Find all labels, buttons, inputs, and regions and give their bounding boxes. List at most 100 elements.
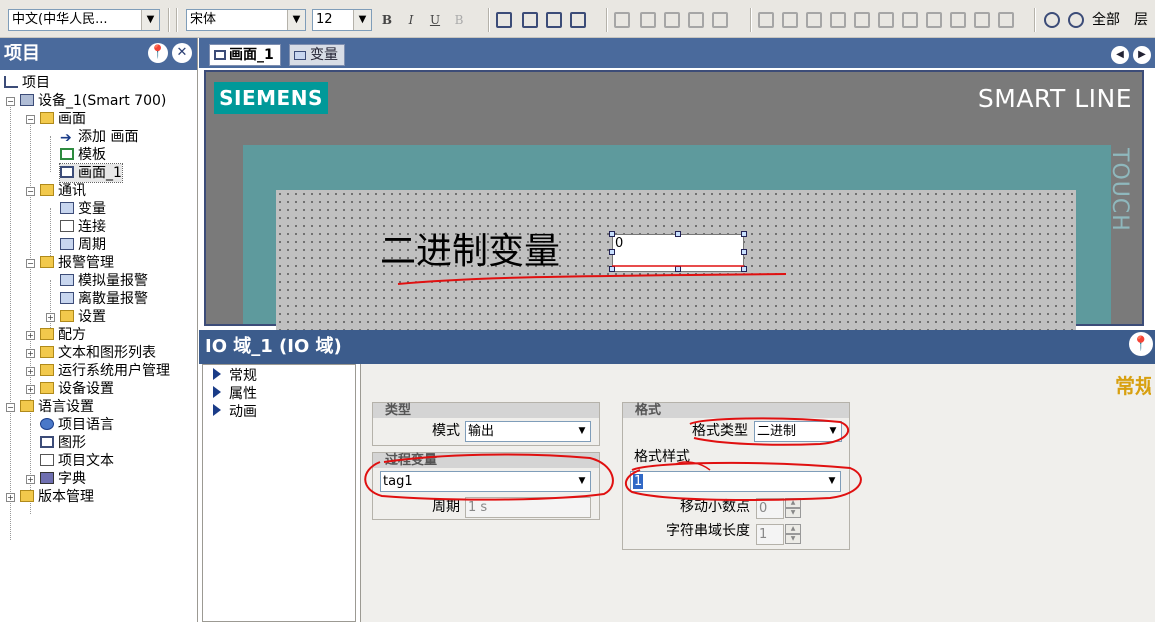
resize-handle[interactable] (675, 231, 681, 237)
language-combo[interactable]: 中文(中华人民... ▼ (8, 9, 160, 31)
tree-item-screens[interactable]: 画面 (40, 110, 86, 128)
decimal-places-field[interactable]: 0 ▲ ▼ (756, 498, 801, 519)
tree-item-project[interactable]: 项目 (4, 74, 50, 92)
close-icon[interactable]: ✕ (172, 43, 192, 63)
resize-handle[interactable] (741, 249, 747, 255)
format-type-select[interactable]: 二进制 ▼ (754, 421, 842, 442)
italic-button[interactable]: I (402, 11, 420, 29)
tab-tags[interactable]: 变量 (289, 44, 345, 66)
chevron-down-icon[interactable]: ▼ (141, 10, 159, 30)
chevron-down-icon[interactable]: ▼ (287, 10, 305, 30)
tab-screen-1[interactable]: 画面_1 (209, 44, 281, 66)
chevron-down-icon[interactable]: ▼ (574, 472, 590, 491)
tree-item-tags[interactable]: 变量 (60, 200, 106, 218)
layer-label[interactable]: 层 (1134, 11, 1148, 29)
tree-item-device[interactable]: 设备_1(Smart 700) (20, 92, 166, 110)
expand-icon[interactable]: + (6, 493, 15, 502)
resize-handle[interactable] (609, 231, 615, 237)
distribute-vertical-icon[interactable] (782, 12, 798, 28)
collapse-icon[interactable]: − (6, 97, 15, 106)
tree-item-graphics[interactable]: 图形 (40, 434, 86, 452)
tree-item-discrete-alarms[interactable]: 离散量报警 (60, 290, 148, 308)
bold-button[interactable]: B (378, 11, 396, 29)
process-tag-select[interactable]: tag1 ▼ (380, 471, 591, 492)
chevron-down-icon[interactable]: ▼ (825, 422, 841, 441)
tree-item-connections[interactable]: 连接 (60, 218, 106, 236)
center-vertical-icon[interactable] (950, 12, 966, 28)
layers-icon[interactable] (1068, 12, 1084, 28)
collapse-icon[interactable]: − (26, 187, 35, 196)
length-spinner[interactable]: ▲ ▼ (785, 524, 801, 545)
nav-item-properties[interactable]: 属性 (213, 385, 257, 403)
tree-item-cycles[interactable]: 周期 (60, 236, 106, 254)
underline-button[interactable]: U (426, 11, 444, 29)
chevron-down-icon[interactable]: ▼ (574, 422, 590, 441)
distribute-objects-icon[interactable] (522, 12, 538, 28)
tree-item-add-screen[interactable]: ➔ 添加 画面 (60, 128, 138, 146)
tree-item-project-texts[interactable]: 项目文本 (40, 452, 114, 470)
tree-item-recipes[interactable]: 配方 (40, 326, 86, 344)
chevron-down-icon[interactable]: ▼ (353, 10, 371, 30)
expand-icon[interactable]: + (26, 475, 35, 484)
spin-down-icon[interactable]: ▼ (785, 534, 801, 544)
cycle-field[interactable]: 1 s (465, 497, 591, 518)
expand-icon[interactable]: + (46, 313, 55, 322)
tree-item-alarm-management[interactable]: 报警管理 (40, 254, 114, 272)
collapse-icon[interactable]: − (26, 115, 35, 124)
tab-scroll-left-icon[interactable]: ◀ (1111, 46, 1129, 64)
grid-icon[interactable] (998, 12, 1014, 28)
fit-icon[interactable] (974, 12, 990, 28)
tree-item-project-languages[interactable]: 项目语言 (40, 416, 114, 434)
binary-variable-text[interactable]: 二进制变量 (380, 230, 560, 274)
spin-up-icon[interactable]: ▲ (785, 498, 801, 508)
mode-select[interactable]: 输出 ▼ (465, 421, 591, 442)
resize-handle[interactable] (741, 266, 747, 272)
format-style-select[interactable]: 1 ▼ (630, 471, 841, 492)
collapse-icon[interactable]: − (26, 259, 35, 268)
center-horizontal-icon[interactable] (926, 12, 942, 28)
spin-up-icon[interactable]: ▲ (785, 524, 801, 534)
font-combo[interactable]: 宋体 ▼ (186, 9, 306, 31)
align-top-icon[interactable] (688, 12, 704, 28)
tree-item-device-settings[interactable]: 设备设置 (40, 380, 114, 398)
expand-icon[interactable]: + (26, 349, 35, 358)
send-backward-icon[interactable] (902, 12, 918, 28)
tree-item-communication[interactable]: 通讯 (40, 182, 86, 200)
same-height-icon[interactable] (830, 12, 846, 28)
tree-item-dictionary[interactable]: 字典 (40, 470, 86, 488)
resize-handle[interactable] (741, 231, 747, 237)
tree-item-text-graphic-lists[interactable]: 文本和图形列表 (40, 344, 156, 362)
tree-item-alarm-settings[interactable]: 设置 (60, 308, 106, 326)
expand-icon[interactable]: + (26, 331, 35, 340)
tree-item-template[interactable]: 模板 (60, 146, 106, 164)
align-middle-icon[interactable] (712, 12, 728, 28)
decimal-spinner[interactable]: ▲ ▼ (785, 498, 801, 519)
pin-icon[interactable]: 📍 (1129, 332, 1153, 356)
nav-item-general[interactable]: 常规 (213, 367, 257, 385)
font-size-combo[interactable]: 12 ▼ (312, 9, 372, 31)
expand-icon[interactable]: + (26, 367, 35, 376)
tree-item-version-management[interactable]: 版本管理 (20, 488, 94, 506)
distribute-horizontal-icon[interactable] (758, 12, 774, 28)
bring-forward-icon[interactable] (878, 12, 894, 28)
spin-down-icon[interactable]: ▼ (785, 508, 801, 518)
nav-item-animations[interactable]: 动画 (213, 403, 257, 421)
align-center-icon[interactable] (640, 12, 656, 28)
tree-item-analog-alarms[interactable]: 模拟量报警 (60, 272, 148, 290)
group-objects-icon[interactable] (546, 12, 562, 28)
align-left-icon[interactable] (614, 12, 630, 28)
align-objects-icon[interactable] (496, 12, 512, 28)
same-width-icon[interactable] (806, 12, 822, 28)
same-size-icon[interactable] (854, 12, 870, 28)
resize-handle[interactable] (609, 266, 615, 272)
tab-scroll-right-icon[interactable]: ▶ (1133, 46, 1151, 64)
field-length-field[interactable]: 1 ▲ ▼ (756, 524, 801, 545)
tree-item-screen-1[interactable]: 画面_1 (59, 163, 123, 183)
resize-handle[interactable] (609, 249, 615, 255)
collapse-icon[interactable]: − (6, 403, 15, 412)
tree-item-runtime-user-admin[interactable]: 运行系统用户管理 (40, 362, 170, 380)
resize-handle[interactable] (675, 266, 681, 272)
chevron-down-icon[interactable]: ▼ (824, 472, 840, 491)
strikethrough-button[interactable]: B (450, 11, 468, 29)
expand-icon[interactable]: + (26, 385, 35, 394)
